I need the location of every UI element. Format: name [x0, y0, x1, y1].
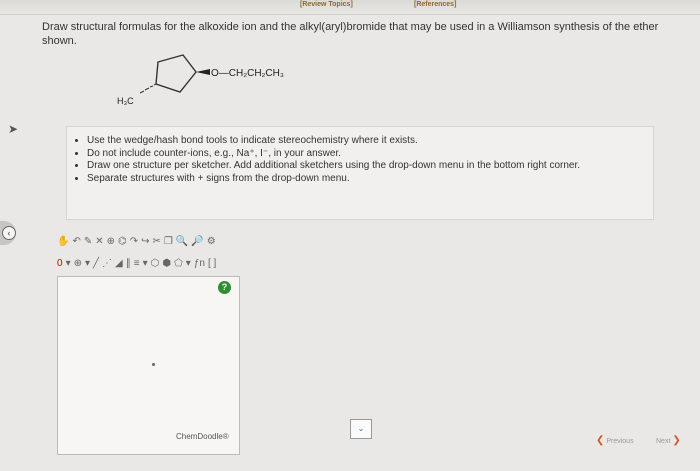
- top-bar: [Review Topics] [References]: [0, 0, 700, 15]
- benzene-ring-icon[interactable]: ⬡: [151, 258, 160, 269]
- pentagon-ring-icon[interactable]: ⬠: [174, 258, 183, 269]
- next-button[interactable]: Next ❯: [656, 435, 681, 446]
- zoom-in-icon[interactable]: ⊕: [107, 236, 115, 247]
- wedge-bond: [196, 69, 210, 75]
- back-icon[interactable]: ‹: [2, 226, 16, 240]
- editor-toolbar-row-2: 0 ▾ ⊕ ▾ ╱ ⋰ ◢ ∥ ≡ ▾ ⬡ ⬢ ⬠ ▾ ƒn [ ]: [57, 256, 216, 270]
- instruction-item: Use the wedge/hash bond tools to indicat…: [87, 135, 653, 148]
- cyclopentane-ring: [155, 54, 197, 93]
- canvas-center-dot: [152, 363, 155, 366]
- instructions-box: Use the wedge/hash bond tools to indicat…: [66, 126, 654, 220]
- previous-button[interactable]: ❮ Previous: [596, 435, 634, 446]
- molecule-structure: O—CH₂CH₂CH₃ H₃C: [117, 54, 284, 106]
- settings-icon[interactable]: ⚙: [207, 236, 216, 247]
- ether-substituent-label: O—CH₂CH₂CH₃: [211, 68, 284, 79]
- question-text: Draw structural formulas for the alkoxid…: [42, 21, 659, 47]
- previous-label: Previous: [606, 438, 634, 445]
- magnify-icon[interactable]: 🔎: [191, 236, 203, 247]
- eraser-icon[interactable]: ✎: [84, 236, 92, 247]
- instruction-item: Separate structures with + signs from th…: [87, 173, 653, 186]
- undo-icon[interactable]: ↶: [72, 236, 80, 247]
- hash-bond: [139, 83, 157, 94]
- charge-selector[interactable]: 0: [57, 258, 63, 269]
- double-bond-icon[interactable]: ∥: [126, 258, 131, 269]
- hash-bond-icon[interactable]: ⋰: [102, 258, 112, 269]
- wedge-bond-icon[interactable]: ◢: [115, 258, 123, 269]
- side-tab[interactable]: ‹: [0, 221, 16, 245]
- plus-charge-icon[interactable]: ⊕: [74, 258, 82, 269]
- next-label: Next: [656, 438, 671, 445]
- dropdown-arrow-icon[interactable]: ▾: [143, 258, 148, 269]
- dropdown-arrow-icon[interactable]: ▾: [85, 258, 90, 269]
- template-icon[interactable]: ⌬: [118, 236, 127, 247]
- chevron-down-icon: ⌄: [357, 424, 365, 433]
- copy-icon[interactable]: ❐: [164, 236, 173, 247]
- instruction-item: Do not include counter-ions, e.g., Na⁺, …: [87, 148, 653, 161]
- chevron-right-icon: ❯: [672, 435, 681, 446]
- references-link[interactable]: [References]: [414, 1, 456, 8]
- review-topics-link[interactable]: [Review Topics]: [300, 1, 353, 8]
- redo-icon[interactable]: ↪: [141, 236, 149, 247]
- search-icon[interactable]: 🔍: [176, 236, 188, 247]
- help-button[interactable]: ?: [218, 281, 231, 294]
- bracket-icon[interactable]: [ ]: [208, 258, 216, 269]
- methyl-label: H₃C: [117, 96, 134, 106]
- chain-icon[interactable]: ƒn: [194, 258, 205, 269]
- hexagon-ring-icon[interactable]: ⬢: [162, 258, 171, 269]
- arrow-icon: ➤: [8, 122, 19, 136]
- dropdown-arrow-icon[interactable]: ▾: [66, 258, 71, 269]
- chevron-left-icon: ❮: [596, 435, 605, 446]
- chemdoodle-brand: ChemDoodle®: [176, 432, 229, 441]
- clear-icon[interactable]: ✕: [95, 236, 103, 247]
- cut-icon[interactable]: ✂: [153, 236, 161, 247]
- sketcher-canvas[interactable]: [57, 276, 240, 455]
- hand-icon[interactable]: ✋: [57, 236, 69, 247]
- add-sketcher-dropdown[interactable]: ⌄: [350, 419, 372, 439]
- rotate-icon[interactable]: ↷: [130, 236, 138, 247]
- triple-bond-icon[interactable]: ≡: [134, 258, 140, 269]
- instruction-item: Draw one structure per sketcher. Add add…: [87, 160, 653, 173]
- editor-toolbar-row-1: ✋ ↶ ✎ ✕ ⊕ ⌬ ↷ ↪ ✂ ❐ 🔍 🔎 ⚙: [57, 234, 216, 248]
- dropdown-arrow-icon[interactable]: ▾: [186, 258, 191, 269]
- single-bond-icon[interactable]: ╱: [93, 258, 99, 269]
